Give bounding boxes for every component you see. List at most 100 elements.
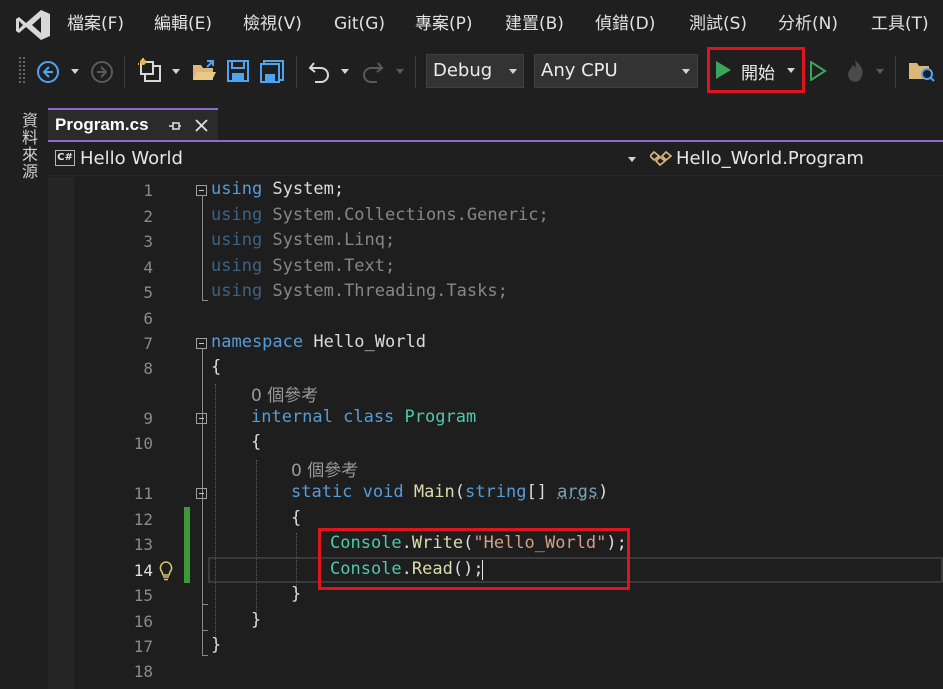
code-line-5: using System.Threading.Tasks;: [211, 281, 508, 301]
collapse-toggle[interactable]: [196, 338, 207, 349]
line-number: 16: [133, 612, 153, 631]
line-number: 11: [133, 484, 153, 503]
platform-select[interactable]: Any CPU: [534, 54, 698, 88]
redo-icon[interactable]: [361, 59, 385, 83]
configuration-value: Debug: [433, 60, 493, 81]
line-number: 5: [143, 283, 153, 302]
class-icon: [650, 150, 672, 167]
class-name: Hello_World.Program: [676, 148, 864, 169]
indent-guide: [296, 533, 297, 587]
menu-bar: 檔案(F) 編輯(E) 檢視(V) Git(G) 專案(P) 建置(B) 偵錯(…: [0, 0, 943, 48]
back-dropdown-caret[interactable]: [71, 69, 79, 74]
code-line-8: {: [211, 357, 222, 377]
configuration-dropdown-caret[interactable]: [509, 69, 517, 74]
back-icon[interactable]: [36, 60, 60, 84]
line-number: 10: [133, 434, 153, 453]
collapse-toggle[interactable]: [196, 185, 207, 196]
menu-analyze[interactable]: 分析(N): [778, 12, 838, 36]
lightbulb-icon[interactable]: [157, 560, 175, 582]
start-button-highlight: [707, 47, 805, 93]
project-dropdown[interactable]: C# Hello World: [52, 146, 642, 173]
line-number-current: 14: [133, 561, 153, 580]
solution-explorer-icon[interactable]: [907, 59, 935, 83]
collapse-toggle[interactable]: [196, 413, 207, 424]
undo-icon[interactable]: [307, 59, 331, 83]
outline-line: [202, 300, 208, 301]
line-number: 17: [133, 637, 153, 656]
start-without-debugging-icon[interactable]: [809, 61, 827, 81]
line-number: 7: [143, 334, 153, 353]
menu-edit[interactable]: 編輯(E): [154, 12, 212, 36]
code-highlight-box: [318, 528, 630, 590]
toolbar-grip[interactable]: [18, 56, 26, 84]
code-line-17: }: [211, 635, 222, 655]
open-folder-icon[interactable]: [191, 59, 217, 83]
class-dropdown[interactable]: Hello_World.Program: [646, 146, 943, 173]
menu-tools[interactable]: 工具(T): [871, 12, 929, 36]
line-number: 13: [133, 535, 153, 554]
editor-margin: [48, 177, 74, 689]
save-all-icon[interactable]: [259, 59, 285, 83]
save-icon[interactable]: [226, 59, 250, 83]
menu-test[interactable]: 測試(S): [689, 12, 747, 36]
outline-line: [202, 196, 203, 300]
indent-guide: [215, 384, 216, 638]
hot-reload-icon[interactable]: [843, 58, 867, 84]
outline-line: [202, 655, 208, 656]
line-number: 9: [143, 409, 153, 428]
platform-dropdown-caret[interactable]: [682, 69, 690, 74]
references-codelens[interactable]: 0 個參考: [291, 456, 358, 481]
visual-studio-logo-icon[interactable]: [14, 8, 52, 42]
new-project-icon[interactable]: [138, 58, 164, 84]
line-number: 6: [143, 309, 153, 328]
menu-file[interactable]: 檔案(F): [67, 12, 124, 36]
toolbar-separator: [124, 56, 125, 88]
forward-icon[interactable]: [90, 60, 114, 84]
project-name: Hello World: [80, 148, 183, 169]
line-number: 8: [143, 359, 153, 378]
changed-lines-indicator: [184, 507, 190, 583]
redo-dropdown-caret[interactable]: [396, 69, 404, 74]
menu-view[interactable]: 檢視(V): [243, 12, 302, 36]
menu-project[interactable]: 專案(P): [415, 12, 473, 36]
menu-debug[interactable]: 偵錯(D): [595, 12, 655, 36]
project-dropdown-caret[interactable]: [628, 157, 636, 162]
side-rail: [0, 96, 48, 689]
line-number: 3: [143, 232, 153, 251]
tab-title: Program.cs: [55, 115, 149, 134]
references-codelens[interactable]: 0 個參考: [251, 381, 318, 406]
code-line-1: using System;: [211, 179, 345, 199]
line-number: 12: [133, 510, 153, 529]
code-line-10: {: [251, 432, 262, 452]
navigation-bar: C# Hello World Hello_World.Program: [48, 142, 943, 176]
code-line-4: using System.Text;: [211, 256, 396, 276]
code-line-7: namespace Hello_World: [211, 332, 426, 352]
platform-value: Any CPU: [541, 60, 618, 81]
tab-program-cs[interactable]: Program.cs: [48, 108, 218, 140]
code-line-9: internal class Program: [251, 407, 477, 427]
hot-reload-dropdown-caret[interactable]: [876, 69, 884, 74]
undo-dropdown-caret[interactable]: [341, 69, 349, 74]
outline-line: [202, 499, 203, 604]
configuration-select[interactable]: Debug: [426, 54, 524, 88]
line-number: 15: [133, 586, 153, 605]
csharp-project-icon: C#: [55, 150, 75, 166]
data-sources-tab[interactable]: 資料來源: [16, 112, 40, 180]
pin-icon[interactable]: [168, 119, 182, 133]
indent-guide: [256, 460, 257, 612]
line-number: 1: [143, 181, 153, 200]
code-line-16: }: [251, 610, 262, 630]
toolbar-separator: [296, 56, 297, 88]
line-number: 4: [143, 258, 153, 277]
outline-line: [202, 604, 208, 605]
line-number: 18: [133, 662, 153, 681]
new-project-dropdown-caret[interactable]: [172, 69, 180, 74]
code-line-2: using System.Collections.Generic;: [211, 205, 549, 225]
close-icon[interactable]: [194, 118, 209, 133]
code-line-12: {: [291, 508, 302, 528]
code-editor[interactable]: [48, 177, 943, 689]
code-line-15: }: [291, 584, 302, 604]
menu-git[interactable]: Git(G): [334, 12, 385, 36]
collapse-toggle[interactable]: [196, 488, 207, 499]
menu-build[interactable]: 建置(B): [505, 12, 564, 36]
